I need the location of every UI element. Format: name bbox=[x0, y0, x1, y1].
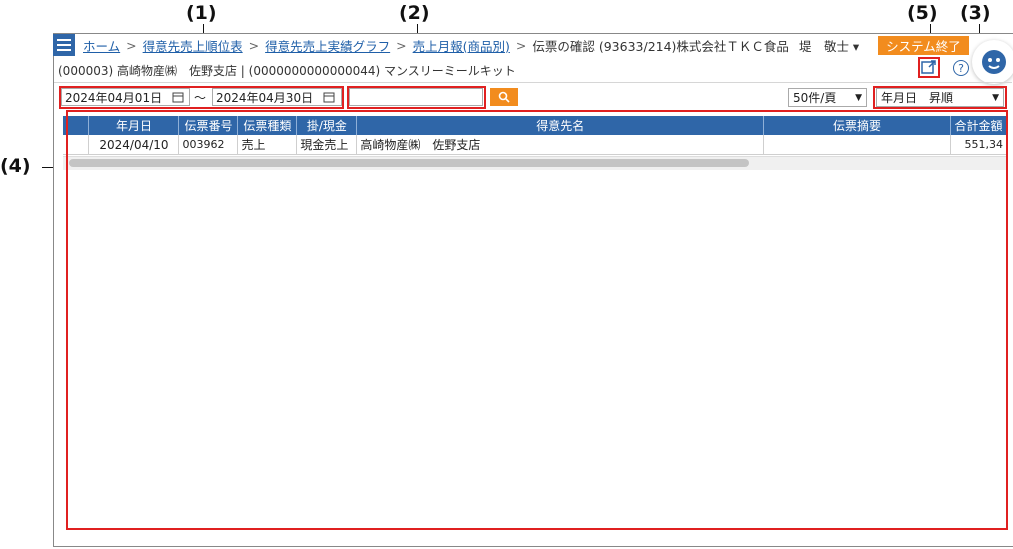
callout-box-3 bbox=[873, 86, 1007, 109]
breadcrumb-separator: > bbox=[126, 37, 137, 53]
help-icon[interactable]: ? bbox=[953, 60, 969, 76]
callout-box-2 bbox=[347, 86, 486, 109]
current-page-title: 伝票の確認 (93633/214)株式会社ＴＫＣ食品 bbox=[532, 38, 789, 54]
callout-3: (3) bbox=[960, 2, 991, 24]
system-exit-button[interactable]: システム終了 bbox=[878, 36, 969, 55]
breadcrumb-customer-ranking[interactable]: 得意先売上順位表 bbox=[143, 36, 243, 55]
page-size-select[interactable]: 50件/頁 ▼ bbox=[788, 88, 867, 107]
callout-box-5 bbox=[918, 57, 940, 78]
breadcrumb-separator: > bbox=[248, 37, 260, 53]
search-button[interactable] bbox=[490, 88, 518, 106]
breadcrumb-home[interactable]: ホーム bbox=[83, 36, 120, 55]
customer-product-info: (000003) 高崎物産㈱ 佐野支店 | (0000000000000044)… bbox=[58, 64, 516, 78]
breadcrumb-separator: > bbox=[396, 37, 407, 53]
breadcrumb-separator: > bbox=[515, 37, 527, 53]
assistant-face-icon[interactable] bbox=[972, 40, 1013, 84]
user-menu[interactable]: 堤 敬士 ▾ bbox=[799, 36, 859, 55]
menu-icon[interactable] bbox=[53, 34, 75, 56]
breadcrumb-customer-sales-graph[interactable]: 得意先売上実績グラフ bbox=[265, 36, 390, 55]
callout-2: (2) bbox=[399, 2, 430, 24]
callout-1: (1) bbox=[186, 2, 217, 24]
top-navigation-bar: ホーム > 得意先売上順位表 > 得意先売上実績グラフ > 売上月報(商品別) … bbox=[53, 33, 983, 57]
page-size-value: 50件/頁 bbox=[793, 91, 837, 105]
search-icon bbox=[498, 91, 510, 103]
callout-5: (5) bbox=[907, 2, 938, 24]
callout-box-1 bbox=[59, 86, 344, 109]
chevron-down-icon: ▼ bbox=[855, 92, 862, 103]
header-divider bbox=[54, 82, 1012, 83]
breadcrumb-monthly-sales-report[interactable]: 売上月報(商品別) bbox=[413, 36, 510, 55]
callout-4: (4) bbox=[0, 155, 31, 177]
callout-box-4 bbox=[66, 110, 1008, 530]
